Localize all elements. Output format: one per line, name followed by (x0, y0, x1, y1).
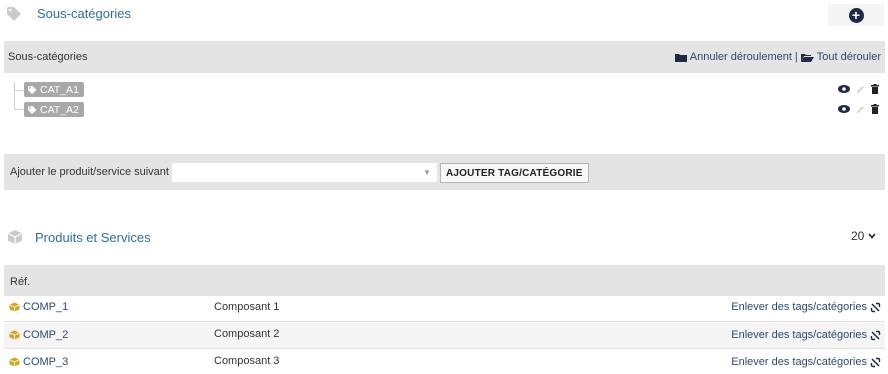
product-select[interactable]: ▼ (172, 163, 437, 182)
product-label: Composant 1 (214, 301, 280, 313)
product-ref-link[interactable]: COMP_3 (9, 356, 68, 368)
expand-all-link[interactable]: Tout dérouler (817, 51, 881, 63)
products-section-header: Produits et Services (7, 229, 151, 245)
tree-connector (14, 82, 15, 109)
cube-icon (9, 302, 20, 312)
add-tag-category-button[interactable]: AJOUTER TAG/CATÉGORIE (440, 163, 589, 183)
table-row: COMP_1 Composant 1 Enlever des tags/caté… (4, 298, 885, 317)
product-label: Composant 2 (214, 328, 280, 340)
remove-tags-link[interactable]: Enlever des tags/catégories (731, 301, 881, 313)
subcategory-tag[interactable]: CAT_A1 (24, 82, 84, 97)
cube-icon (9, 330, 20, 340)
pencil-icon[interactable] (856, 85, 865, 94)
page-size-select[interactable]: 20 (851, 229, 876, 243)
remove-tags-label: Enlever des tags/catégories (731, 301, 867, 313)
row-divider (4, 321, 885, 322)
subcategory-label: CAT_A1 (40, 83, 79, 96)
subcats-table-header: Sous-catégories Annuler déroulement | To… (4, 41, 885, 73)
cube-icon (7, 230, 23, 244)
unlink-icon (870, 330, 881, 340)
chevron-down-icon (868, 233, 876, 239)
pencil-icon[interactable] (856, 105, 865, 114)
tree-connector (14, 90, 24, 91)
assign-label: Ajouter le produit/service suivant (10, 166, 169, 178)
eye-icon[interactable] (838, 85, 850, 93)
subcategory-actions (838, 104, 879, 114)
plus-circle-icon: + (848, 7, 864, 23)
column-ref-header: Réf. (10, 276, 31, 288)
tree-connector (14, 109, 24, 110)
remove-tags-link[interactable]: Enlever des tags/catégories (731, 356, 881, 368)
products-title: Produits et Services (35, 229, 151, 245)
tag-icon (7, 6, 21, 21)
table-row: COMP_3 Composant 3 Enlever des tags/caté… (4, 350, 885, 374)
eye-icon[interactable] (838, 105, 850, 113)
products-table-header: Réf. (4, 265, 885, 296)
unlink-icon (870, 357, 881, 367)
add-subcategory-button[interactable]: + (828, 4, 884, 26)
tag-icon (28, 85, 37, 94)
table-row: COMP_2 Composant 2 Enlever des tags/caté… (4, 323, 885, 348)
product-label: Composant 3 (214, 355, 280, 367)
product-ref-link[interactable]: COMP_1 (9, 301, 68, 313)
controls-separator: | (794, 51, 798, 63)
remove-tags-label: Enlever des tags/catégories (731, 356, 867, 368)
subcategory-actions (838, 84, 879, 94)
product-ref: COMP_2 (23, 329, 69, 341)
subcategory-tag[interactable]: CAT_A2 (24, 102, 84, 117)
folder-icon (674, 53, 687, 62)
unlink-icon (870, 302, 881, 312)
remove-tags-link[interactable]: Enlever des tags/catégories (731, 329, 881, 341)
tree-controls: Annuler déroulement | Tout dérouler (674, 51, 881, 63)
remove-tags-label: Enlever des tags/catégories (731, 329, 867, 341)
product-ref: COMP_1 (23, 301, 69, 313)
cube-icon (9, 357, 20, 367)
collapse-all-link[interactable]: Annuler déroulement (690, 51, 792, 63)
trash-icon[interactable] (871, 104, 879, 114)
subcats-header-label: Sous-catégories (8, 51, 88, 63)
folder-open-icon (800, 53, 814, 62)
subcats-section-header: Sous-catégories (7, 6, 131, 21)
tag-icon (28, 105, 37, 114)
subcategory-label: CAT_A2 (40, 103, 79, 116)
page-size-value: 20 (851, 229, 865, 243)
subcats-title: Sous-catégories (37, 6, 131, 21)
row-divider (4, 348, 885, 349)
trash-icon[interactable] (871, 84, 879, 94)
caret-down-icon: ▼ (423, 168, 431, 177)
product-ref-link[interactable]: COMP_2 (9, 329, 68, 341)
product-ref: COMP_3 (23, 356, 69, 368)
